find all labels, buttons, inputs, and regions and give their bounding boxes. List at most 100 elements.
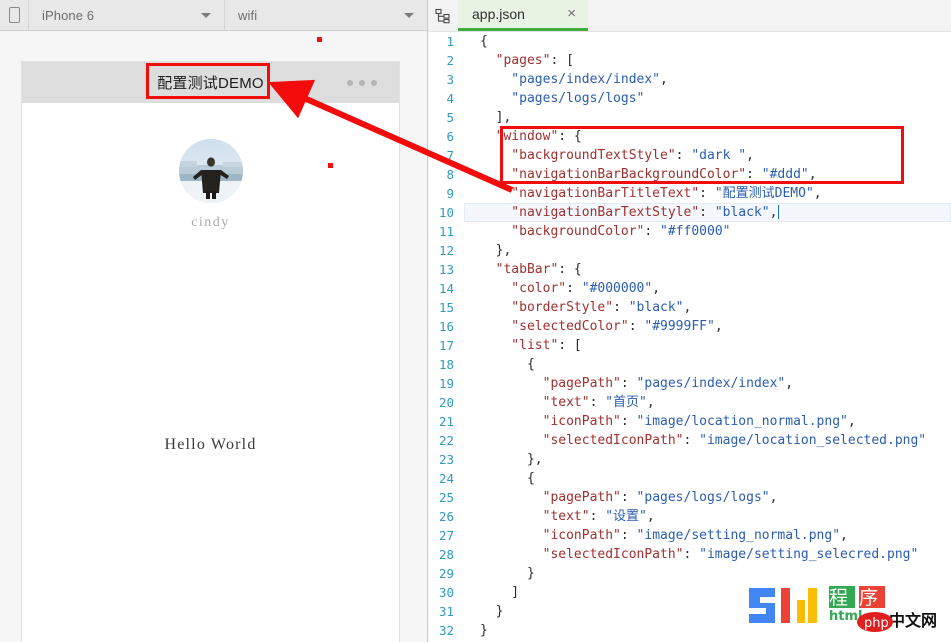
code-line[interactable]: 30 ] [428, 583, 951, 602]
code-line[interactable]: 8 "navigationBarBackgroundColor": "#ddd"… [428, 165, 951, 184]
code-line-content[interactable]: ], [464, 108, 951, 127]
code-line-content[interactable]: { [464, 32, 951, 51]
code-line-content[interactable]: "pages/index/index", [464, 70, 951, 89]
code-line[interactable]: 12 }, [428, 241, 951, 260]
code-line-content[interactable]: "backgroundColor": "#ff0000" [464, 222, 951, 241]
code-line-content[interactable]: "color": "#000000", [464, 279, 951, 298]
code-line-content[interactable]: "pagePath": "pages/logs/logs", [464, 488, 951, 507]
code-line[interactable]: 5 ], [428, 108, 951, 127]
line-number: 3 [428, 72, 464, 87]
code-line[interactable]: 25 "pagePath": "pages/logs/logs", [428, 488, 951, 507]
avatar[interactable] [179, 139, 243, 203]
annotation-dot-marker [317, 37, 322, 42]
code-line[interactable]: 31 } [428, 602, 951, 621]
code-line[interactable]: 28 "selectedIconPath": "image/setting_se… [428, 545, 951, 564]
code-line[interactable]: 15 "borderStyle": "black", [428, 298, 951, 317]
line-number: 30 [428, 585, 464, 600]
code-line[interactable]: 16 "selectedColor": "#9999FF", [428, 317, 951, 336]
code-line[interactable]: 32} [428, 621, 951, 640]
editor-tab-app-json[interactable]: app.json × [458, 0, 588, 31]
code-line[interactable]: 11 "backgroundColor": "#ff0000" [428, 222, 951, 241]
code-line[interactable]: 13 "tabBar": { [428, 260, 951, 279]
code-text: "selectedIconPath": "image/setting_selec… [480, 545, 918, 564]
code-line-content[interactable]: } [464, 564, 951, 583]
code-line-content[interactable]: "navigationBarBackgroundColor": "#ddd", [464, 165, 951, 184]
code-line-content[interactable]: }, [464, 450, 951, 469]
code-text: "pages/logs/logs" [480, 89, 644, 108]
close-icon[interactable]: × [553, 6, 578, 23]
code-line[interactable]: 6 "window": { [428, 127, 951, 146]
code-line[interactable]: 23 }, [428, 450, 951, 469]
code-line-content[interactable]: "iconPath": "image/location_normal.png", [464, 412, 951, 431]
editor-tab-filename: app.json [472, 6, 525, 22]
code-line-content[interactable]: { [464, 355, 951, 374]
code-line[interactable]: 3 "pages/index/index", [428, 70, 951, 89]
code-line-content[interactable]: "pages/logs/logs" [464, 89, 951, 108]
line-number: 10 [428, 205, 464, 220]
code-line[interactable]: 18 { [428, 355, 951, 374]
code-editor[interactable]: 1{2 "pages": [3 "pages/index/index",4 "p… [428, 32, 951, 642]
code-line-content[interactable]: ] [464, 583, 951, 602]
code-text: "backgroundColor": "#ff0000" [480, 222, 730, 241]
line-number: 4 [428, 91, 464, 106]
line-number: 32 [428, 623, 464, 638]
editor-panel: app.json × 1{2 "pages": [3 "pages/index/… [428, 0, 951, 642]
code-line-content[interactable]: "iconPath": "image/setting_normal.png", [464, 526, 951, 545]
code-line[interactable]: 27 "iconPath": "image/setting_normal.png… [428, 526, 951, 545]
line-number: 16 [428, 319, 464, 334]
phone-navbar-title: 配置测试DEMO [157, 72, 264, 93]
code-text: "navigationBarTextStyle": "black", [480, 203, 779, 222]
code-line-content[interactable]: "list": [ [464, 336, 951, 355]
line-number: 19 [428, 376, 464, 391]
code-line[interactable]: 14 "color": "#000000", [428, 279, 951, 298]
code-text: } [480, 602, 503, 621]
line-number: 27 [428, 528, 464, 543]
code-line-content[interactable]: "text": "首页", [464, 393, 951, 412]
network-select[interactable]: wifi [224, 0, 427, 31]
code-line-content[interactable]: "tabBar": { [464, 260, 951, 279]
line-number: 6 [428, 129, 464, 144]
line-number: 13 [428, 262, 464, 277]
code-line[interactable]: 29 } [428, 564, 951, 583]
device-select[interactable]: iPhone 6 [28, 0, 224, 31]
code-line-content[interactable]: { [464, 469, 951, 488]
code-line[interactable]: 26 "text": "设置", [428, 507, 951, 526]
code-line-content[interactable]: "window": { [464, 127, 951, 146]
code-text: } [480, 564, 535, 583]
code-line[interactable]: 20 "text": "首页", [428, 393, 951, 412]
line-number: 26 [428, 509, 464, 524]
code-line-content[interactable]: "selectedColor": "#9999FF", [464, 317, 951, 336]
code-line-content[interactable]: "pages": [ [464, 51, 951, 70]
code-line[interactable]: 7 "backgroundTextStyle": "dark ", [428, 146, 951, 165]
code-line[interactable]: 17 "list": [ [428, 336, 951, 355]
avatar-user-name: cindy [22, 215, 399, 231]
code-line[interactable]: 24 { [428, 469, 951, 488]
code-line[interactable]: 2 "pages": [ [428, 51, 951, 70]
code-text: "backgroundTextStyle": "dark ", [480, 146, 754, 165]
code-line-content[interactable]: "pagePath": "pages/index/index", [464, 374, 951, 393]
code-line[interactable]: 4 "pages/logs/logs" [428, 89, 951, 108]
code-line-content[interactable]: "text": "设置", [464, 507, 951, 526]
code-line-content[interactable]: "borderStyle": "black", [464, 298, 951, 317]
code-line[interactable]: 19 "pagePath": "pages/index/index", [428, 374, 951, 393]
code-line-content[interactable]: "navigationBarTitleText": "配置测试DEMO", [464, 184, 951, 203]
phone-outline-icon[interactable] [0, 7, 28, 23]
code-line-content[interactable]: "backgroundTextStyle": "dark ", [464, 146, 951, 165]
code-line-content[interactable]: }, [464, 241, 951, 260]
code-line[interactable]: 10 "navigationBarTextStyle": "black", [428, 203, 951, 222]
code-text: "window": { [480, 127, 582, 146]
code-line[interactable]: 22 "selectedIconPath": "image/location_s… [428, 431, 951, 450]
code-line[interactable]: 21 "iconPath": "image/location_normal.pn… [428, 412, 951, 431]
code-text: "pages": [ [480, 51, 574, 70]
code-line-content[interactable]: } [464, 621, 951, 640]
code-line[interactable]: 1{ [428, 32, 951, 51]
code-line-content[interactable]: "selectedIconPath": "image/location_sele… [464, 431, 951, 450]
code-line-content[interactable]: "selectedIconPath": "image/setting_selec… [464, 545, 951, 564]
code-line[interactable]: 9 "navigationBarTitleText": "配置测试DEMO", [428, 184, 951, 203]
phone-stage: 配置测试DEMO [0, 31, 427, 642]
code-line-content[interactable]: "navigationBarTextStyle": "black", [464, 203, 951, 222]
file-tree-icon[interactable] [428, 0, 458, 31]
code-line-content[interactable]: } [464, 602, 951, 621]
three-dots-icon[interactable] [347, 80, 377, 86]
code-text: "iconPath": "image/setting_normal.png", [480, 526, 848, 545]
